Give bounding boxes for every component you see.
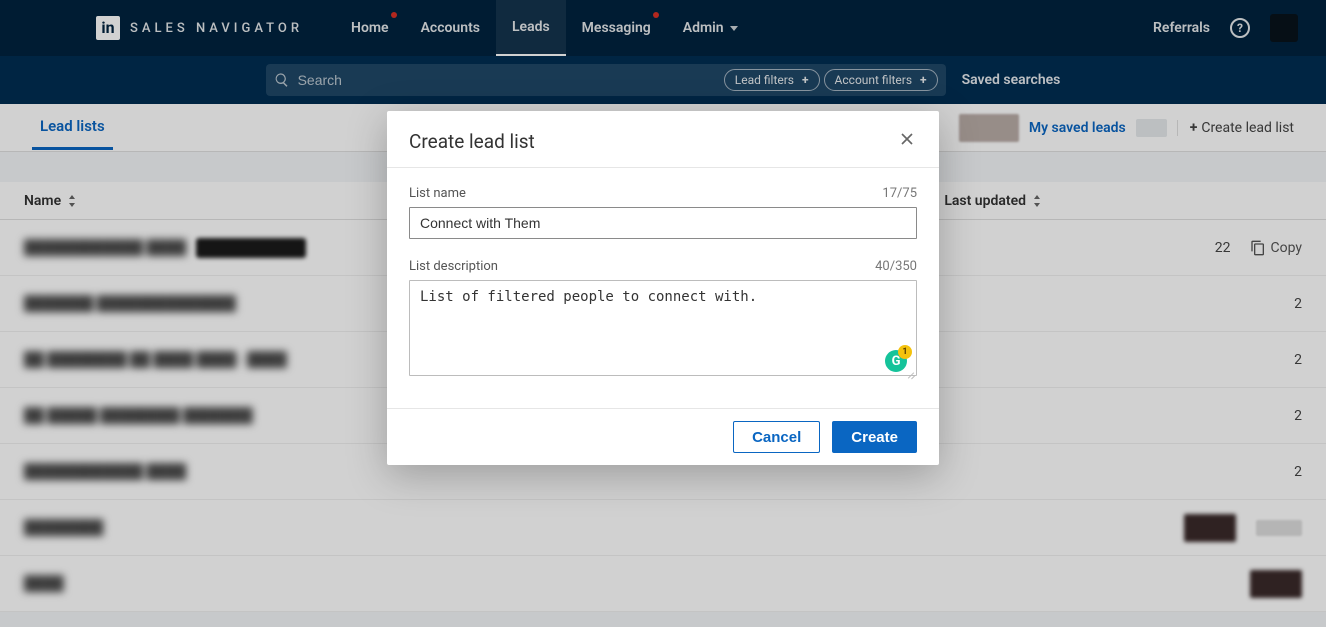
list-description-charcount: 40/350 bbox=[875, 259, 917, 274]
list-name-label: List name bbox=[409, 186, 466, 201]
modal-footer: Cancel Create bbox=[387, 408, 939, 465]
list-name-field: List name 17/75 bbox=[409, 186, 917, 239]
close-icon bbox=[897, 129, 917, 149]
list-name-charcount: 17/75 bbox=[882, 186, 917, 201]
grammarly-icon[interactable]: 1 bbox=[885, 350, 907, 372]
modal-header: Create lead list bbox=[387, 111, 939, 168]
create-button[interactable]: Create bbox=[832, 421, 917, 453]
resize-handle-icon[interactable] bbox=[905, 368, 915, 378]
modal-title: Create lead list bbox=[409, 130, 535, 153]
list-description-field: List description 40/350 1 bbox=[409, 259, 917, 380]
cancel-button[interactable]: Cancel bbox=[733, 421, 820, 453]
list-description-input[interactable] bbox=[409, 280, 917, 376]
create-lead-list-modal: Create lead list List name 17/75 List de… bbox=[387, 111, 939, 465]
grammarly-badge: 1 bbox=[898, 345, 912, 359]
list-name-input[interactable] bbox=[409, 207, 917, 239]
list-description-label: List description bbox=[409, 259, 498, 274]
modal-body: List name 17/75 List description 40/350 … bbox=[387, 168, 939, 408]
close-button[interactable] bbox=[897, 129, 917, 153]
